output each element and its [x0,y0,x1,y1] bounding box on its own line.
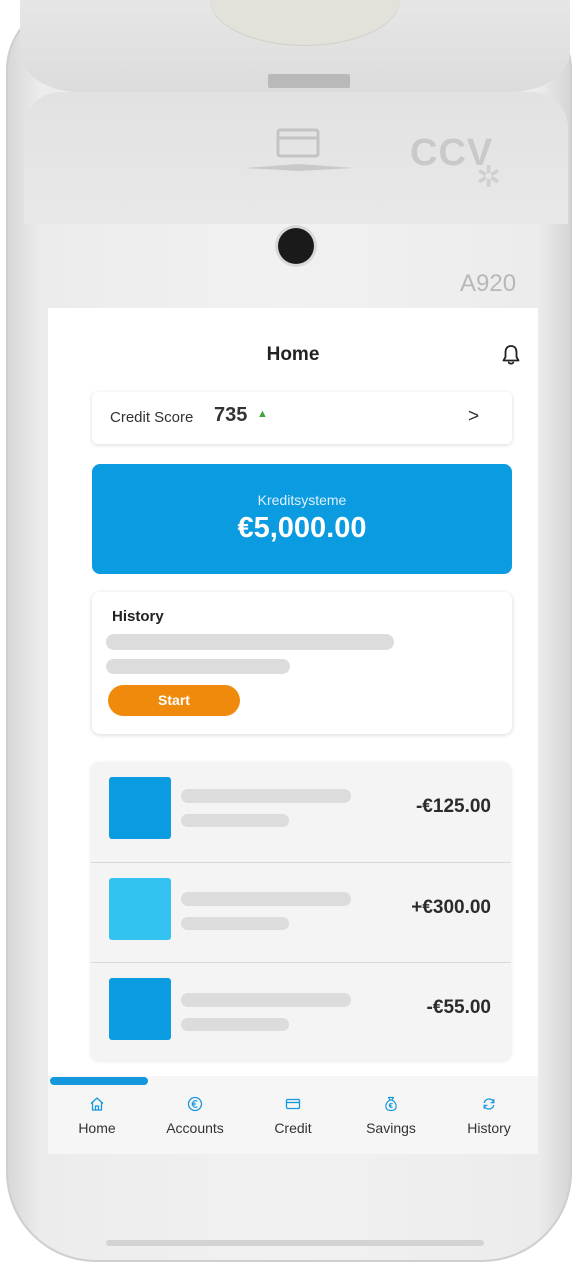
transaction-title-placeholder [181,789,351,803]
start-button[interactable]: Start [108,685,240,716]
transaction-amount: -€125.00 [415,796,491,817]
model-label: A920 [460,270,517,297]
bell-icon[interactable] [500,344,522,366]
transaction-amount: +€300.00 [411,897,491,918]
brand-star-icon: ✲ [476,161,502,194]
transaction-icon [109,978,171,1040]
bottom-edge [106,1240,484,1246]
transaction-row[interactable]: -€55.00 [91,962,511,1063]
nav-item-credit[interactable]: Credit [244,1096,342,1152]
transaction-amount: -€55.00 [426,997,491,1018]
chevron-right-icon[interactable]: > [468,406,479,428]
nav-label: Accounts [166,1120,224,1136]
nav-label: Credit [274,1120,312,1136]
transaction-list: -€125.00 +€300.00 -€55.00 [91,762,511,1060]
credit-score-value: 735 [214,404,248,426]
page-title: Home [266,344,320,365]
transaction-title-placeholder [181,892,351,906]
balance-label: Kreditsysteme [257,492,347,508]
refresh-icon [483,1098,495,1110]
balance-card[interactable]: Kreditsysteme €5,000.00 [92,464,512,574]
home-icon [90,1097,104,1111]
transaction-subtitle-placeholder [181,814,289,827]
transaction-icon [109,777,171,839]
camera-lens [278,228,314,264]
terminal-top-cap [20,0,570,92]
nav-label: Home [78,1120,116,1136]
euro-coin-icon [187,1096,203,1112]
credit-score-label: Credit Score [110,409,194,426]
trend-up-icon: ▲ [257,408,268,420]
bottom-navigation: Home Accounts Credit Savings History [48,1076,538,1154]
transaction-row[interactable]: +€300.00 [91,862,511,963]
nav-item-savings[interactable]: Savings [342,1096,440,1152]
card-slot [268,74,350,88]
history-placeholder-line [106,634,394,650]
credit-score-card[interactable]: Credit Score 735 ▲ > [92,392,512,444]
nav-label: History [467,1120,511,1136]
nav-item-history[interactable]: History [440,1096,538,1152]
transaction-subtitle-placeholder [181,917,289,930]
balance-amount: €5,000.00 [237,512,367,544]
history-placeholder-line [106,659,290,674]
history-card: History Start [92,592,512,734]
transaction-icon [109,878,171,940]
money-bag-icon [385,1096,397,1112]
transaction-row[interactable]: -€125.00 [91,762,511,862]
card-insert-icon [244,128,354,171]
credit-card-icon [285,1098,301,1110]
nav-item-home[interactable]: Home [48,1096,146,1152]
active-tab-indicator [50,1077,148,1085]
app-header: Home [48,308,538,390]
transaction-subtitle-placeholder [181,1018,289,1031]
history-title: History [112,608,164,625]
transaction-title-placeholder [181,993,351,1007]
nav-item-accounts[interactable]: Accounts [146,1096,244,1152]
app-screen: Home Credit Score 735 ▲ > Kreditsysteme … [48,308,538,1154]
nav-label: Savings [366,1120,416,1136]
contactless-reader-area [210,0,400,46]
